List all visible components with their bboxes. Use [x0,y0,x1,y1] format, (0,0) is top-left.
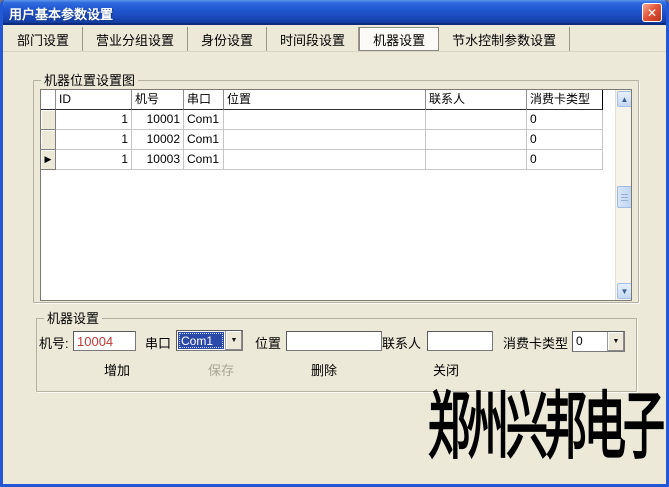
tab-identity[interactable]: 身份设置 [188,27,267,51]
grid-header-port[interactable]: 串口 [184,90,224,110]
save-button[interactable]: 保存 [189,361,253,381]
contact-field[interactable] [427,331,493,351]
tab-machine[interactable]: 机器设置 [359,27,439,51]
cell-id: 1 [56,130,132,150]
location-field[interactable] [286,331,382,351]
port-label: 串口 [145,333,171,352]
card-type-combobox-value: 0 [573,332,607,351]
grid-header-contact[interactable]: 联系人 [426,90,527,110]
grid-header-machine-no[interactable]: 机号 [132,90,184,110]
tab-business-group[interactable]: 营业分组设置 [83,27,188,51]
grid-header-row: ID 机号 串口 位置 联系人 消费卡类型 [41,90,631,110]
cell-port: Com1 [184,110,224,130]
current-row-indicator-icon[interactable]: ▶ [41,150,56,170]
dialog-user-basic-params: 用户基本参数设置 ✕ 部门设置 营业分组设置 身份设置 时间段设置 机器设置 节… [0,0,669,487]
chevron-down-icon[interactable]: ▼ [225,331,242,350]
machine-no-field[interactable] [73,331,136,351]
machine-grid: ID 机号 串口 位置 联系人 消费卡类型 1 10001 Com1 0 1 [40,89,632,301]
table-row[interactable]: 1 10002 Com1 0 [41,130,631,150]
vendor-watermark: 郑州兴邦电子 [428,367,662,474]
cell-card-type: 0 [527,110,603,130]
card-type-label: 消费卡类型 [503,333,568,352]
scrollbar-thumb[interactable] [617,186,632,208]
row-selector[interactable] [41,110,56,130]
card-type-combobox[interactable]: 0 ▼ [572,331,625,352]
titlebar[interactable]: 用户基本参数设置 ✕ [0,0,669,25]
scrollbar-down-icon[interactable]: ▼ [617,283,632,299]
tab-water-saving[interactable]: 节水控制参数设置 [439,27,570,51]
grid-header-location[interactable]: 位置 [224,90,426,110]
cell-contact [426,130,527,150]
delete-button[interactable]: 删除 [292,361,356,381]
scrollbar-up-icon[interactable]: ▲ [617,91,632,107]
cell-contact [426,150,527,170]
port-combobox[interactable]: Com1 ▼ [176,330,243,351]
cell-machine-no: 10001 [132,110,184,130]
grid-header-card-type[interactable]: 消费卡类型 [527,90,603,110]
machine-location-groupbox: 机器位置设置图 ID 机号 串口 位置 联系人 消费卡类型 1 10001 Co… [33,80,639,303]
tab-department[interactable]: 部门设置 [4,27,83,51]
grid-header-id[interactable]: ID [56,90,132,110]
cell-id: 1 [56,150,132,170]
cell-card-type: 0 [527,150,603,170]
window-title: 用户基本参数设置 [9,4,113,23]
close-icon: ✕ [647,6,657,20]
cell-contact [426,110,527,130]
machine-location-groupbox-title: 机器位置设置图 [41,73,138,88]
machine-settings-groupbox-title: 机器设置 [44,311,102,326]
cell-port: Com1 [184,150,224,170]
grid-vertical-scrollbar[interactable]: ▲ ▼ [615,90,632,300]
add-button[interactable]: 增加 [85,361,149,381]
port-combobox-value: Com1 [178,332,224,349]
table-row[interactable]: 1 10001 Com1 0 [41,110,631,130]
cell-location [224,130,426,150]
location-label: 位置 [255,333,281,352]
table-row[interactable]: ▶ 1 10003 Com1 0 [41,150,631,170]
tab-time-period[interactable]: 时间段设置 [267,27,359,51]
cell-machine-no: 10003 [132,150,184,170]
tab-bar: 部门设置 营业分组设置 身份设置 时间段设置 机器设置 节水控制参数设置 [3,27,666,52]
cell-card-type: 0 [527,130,603,150]
grid-header-selector [41,90,56,110]
cell-id: 1 [56,110,132,130]
contact-label: 联系人 [382,333,421,352]
machine-no-label: 机号: [39,333,69,352]
cell-location [224,110,426,130]
row-selector[interactable] [41,130,56,150]
chevron-down-icon[interactable]: ▼ [607,332,624,351]
close-button[interactable]: ✕ [642,3,662,22]
cell-port: Com1 [184,130,224,150]
cell-location [224,150,426,170]
cell-machine-no: 10002 [132,130,184,150]
